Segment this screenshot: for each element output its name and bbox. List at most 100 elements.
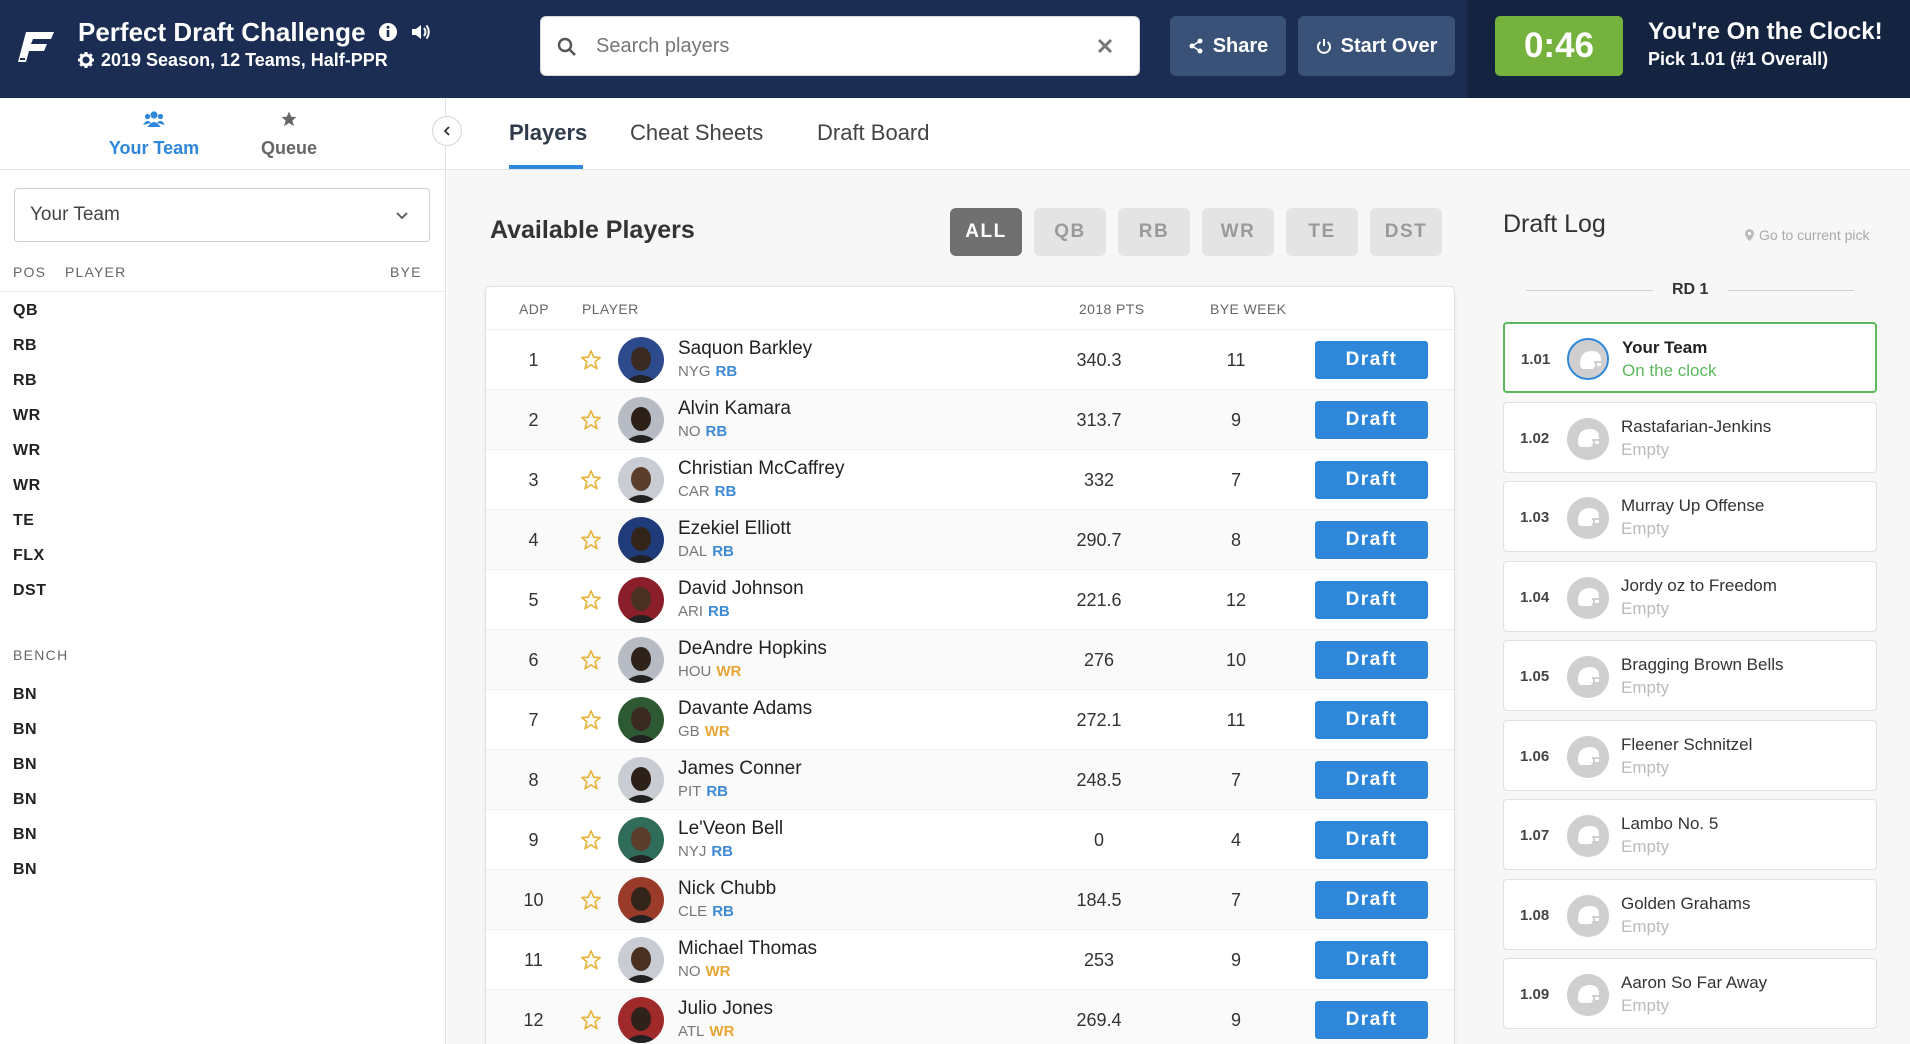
draft-button[interactable]: Draft [1315, 401, 1428, 439]
queue-star-icon[interactable] [580, 649, 602, 671]
roster-slot[interactable]: RB [13, 337, 37, 355]
share-button[interactable]: Share [1170, 16, 1286, 76]
filter-dst-button[interactable]: DST [1370, 208, 1442, 256]
player-name[interactable]: Christian McCaffrey [678, 458, 844, 480]
collapse-sidebar-button[interactable] [432, 116, 462, 146]
player-row[interactable]: 7 Davante Adams GB WR 272.1 11 Draft [486, 689, 1454, 749]
draft-pick-card[interactable]: 1.03 Murray Up Offense Empty [1503, 481, 1877, 552]
col-adp[interactable]: ADP [519, 301, 549, 317]
player-name[interactable]: Saquon Barkley [678, 338, 812, 360]
col-bye-week[interactable]: BYE WEEK [1210, 301, 1286, 317]
queue-star-icon[interactable] [580, 589, 602, 611]
player-name[interactable]: Alvin Kamara [678, 398, 791, 420]
col-player[interactable]: PLAYER [582, 301, 639, 317]
queue-star-icon[interactable] [580, 529, 602, 551]
queue-star-icon[interactable] [580, 469, 602, 491]
fantasypros-logo-icon[interactable] [18, 28, 56, 66]
roster-slot[interactable]: WR [13, 442, 41, 460]
roster-slot[interactable]: WR [13, 477, 41, 495]
player-row[interactable]: 3 Christian McCaffrey CAR RB 332 7 Draft [486, 449, 1454, 509]
queue-star-icon[interactable] [580, 709, 602, 731]
go-to-current-pick-link[interactable]: Go to current pick [1745, 227, 1870, 243]
player-name[interactable]: Michael Thomas [678, 938, 817, 960]
player-name[interactable]: Julio Jones [678, 998, 773, 1020]
player-row[interactable]: 9 Le'Veon Bell NYJ RB 0 4 Draft [486, 809, 1454, 869]
draft-pick-card[interactable]: 1.06 Fleener Schnitzel Empty [1503, 719, 1877, 791]
draft-button[interactable]: Draft [1315, 881, 1428, 919]
player-row[interactable]: 10 Nick Chubb CLE RB 184.5 7 Draft [486, 869, 1454, 929]
start-over-button[interactable]: Start Over [1298, 16, 1455, 76]
bench-slot[interactable]: BN [13, 791, 37, 809]
player-name[interactable]: DeAndre Hopkins [678, 638, 827, 660]
roster-slot[interactable]: RB [13, 372, 37, 390]
queue-star-icon[interactable] [580, 769, 602, 791]
tab-your-team[interactable]: Your Team [89, 110, 219, 159]
tab-cheat-sheets[interactable]: Cheat Sheets [630, 120, 763, 146]
draft-pick-card[interactable]: 1.08 Golden Grahams Empty [1503, 878, 1877, 950]
draft-button[interactable]: Draft [1315, 941, 1428, 979]
draft-pick-card[interactable]: 1.02 Rastafarian-Jenkins Empty [1503, 401, 1877, 473]
queue-star-icon[interactable] [580, 889, 602, 911]
roster-slot[interactable]: TE [13, 512, 34, 530]
tab-draft-board[interactable]: Draft Board [817, 120, 930, 146]
filter-te-button[interactable]: TE [1286, 208, 1358, 256]
player-row[interactable]: 1 Saquon Barkley NYG RB 340.3 11 Draft [486, 329, 1454, 389]
clear-search-icon[interactable] [1096, 37, 1114, 55]
league-settings[interactable]: 2019 Season, 12 Teams, Half-PPR [78, 49, 388, 71]
draft-button[interactable]: Draft [1315, 341, 1428, 379]
filter-rb-button[interactable]: RB [1118, 208, 1190, 256]
tab-queue[interactable]: Queue [224, 110, 354, 159]
queue-star-icon[interactable] [580, 1009, 602, 1031]
player-name[interactable]: David Johnson [678, 578, 804, 600]
draft-button[interactable]: Draft [1315, 761, 1428, 799]
draft-pick-card[interactable]: 1.04 Jordy oz to Freedom Empty [1503, 560, 1877, 632]
draft-pick-card[interactable]: 1.07 Lambo No. 5 Empty [1503, 799, 1877, 870]
roster-slot[interactable]: FLX [13, 547, 45, 565]
queue-star-icon[interactable] [580, 829, 602, 851]
tab-players[interactable]: Players [509, 120, 587, 146]
player-name[interactable]: Nick Chubb [678, 878, 776, 900]
player-name[interactable]: Davante Adams [678, 698, 812, 720]
bench-slot[interactable]: BN [13, 756, 37, 774]
draft-pick-card[interactable]: 1.01 Your Team On the clock [1503, 322, 1877, 393]
bench-slot[interactable]: BN [13, 861, 37, 879]
filter-qb-button[interactable]: QB [1034, 208, 1106, 256]
player-row[interactable]: 4 Ezekiel Elliott DAL RB 290.7 8 Draft [486, 509, 1454, 569]
bench-slot[interactable]: BN [13, 826, 37, 844]
player-row[interactable]: 6 DeAndre Hopkins HOU WR 276 10 Draft [486, 629, 1454, 689]
player-row[interactable]: 2 Alvin Kamara NO RB 313.7 9 Draft [486, 389, 1454, 449]
gear-icon[interactable] [78, 52, 94, 68]
roster-slot[interactable]: WR [13, 407, 41, 425]
filter-wr-button[interactable]: WR [1202, 208, 1274, 256]
player-row[interactable]: 12 Julio Jones ATL WR 269.4 9 Draft [486, 989, 1454, 1044]
player-row[interactable]: 5 David Johnson ARI RB 221.6 12 Draft [486, 569, 1454, 629]
draft-button[interactable]: Draft [1315, 641, 1428, 679]
draft-button[interactable]: Draft [1315, 521, 1428, 559]
player-name[interactable]: James Conner [678, 758, 802, 780]
info-icon[interactable] [378, 22, 398, 42]
search-input[interactable] [596, 17, 1086, 75]
queue-star-icon[interactable] [580, 409, 602, 431]
draft-button[interactable]: Draft [1315, 461, 1428, 499]
draft-button[interactable]: Draft [1315, 1001, 1428, 1039]
draft-pick-card[interactable]: 1.09 Aaron So Far Away Empty [1503, 958, 1877, 1029]
roster-slot[interactable]: DST [13, 582, 47, 600]
player-name[interactable]: Le'Veon Bell [678, 818, 783, 840]
col-2018-pts[interactable]: 2018 PTS [1079, 301, 1144, 317]
filter-all-button[interactable]: ALL [950, 208, 1022, 256]
player-row[interactable]: 8 James Conner PIT RB 248.5 7 Draft [486, 749, 1454, 809]
bench-slot[interactable]: BN [13, 686, 37, 704]
draft-button[interactable]: Draft [1315, 821, 1428, 859]
draft-pick-card[interactable]: 1.05 Bragging Brown Bells Empty [1503, 640, 1877, 711]
roster-slot[interactable]: QB [13, 302, 38, 320]
draft-button[interactable]: Draft [1315, 701, 1428, 739]
bench-slot[interactable]: BN [13, 721, 37, 739]
queue-star-icon[interactable] [580, 949, 602, 971]
player-row[interactable]: 11 Michael Thomas NO WR 253 9 Draft [486, 929, 1454, 989]
team-select[interactable]: Your Team [14, 188, 430, 242]
player-name[interactable]: Ezekiel Elliott [678, 518, 791, 540]
queue-star-icon[interactable] [580, 349, 602, 371]
sound-icon[interactable] [410, 22, 432, 42]
draft-button[interactable]: Draft [1315, 581, 1428, 619]
draft-app: Perfect Draft Challenge 2019 Season, 12 … [0, 0, 1910, 1044]
